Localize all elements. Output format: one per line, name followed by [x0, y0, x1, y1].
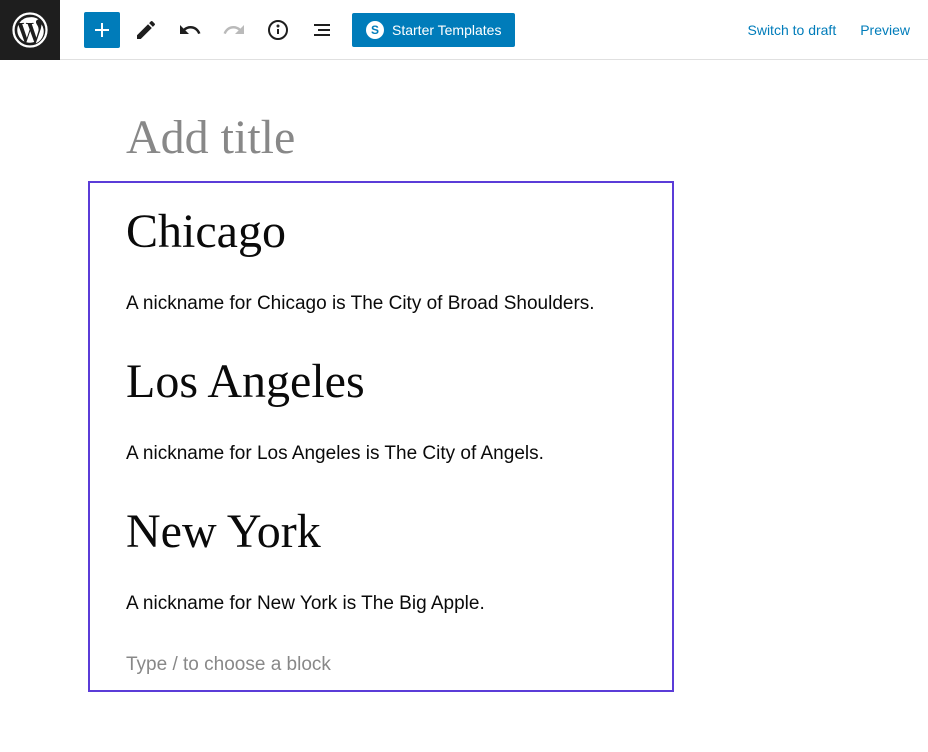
content-block-selected[interactable]: Chicago A nickname for Chicago is The Ci…	[88, 181, 674, 692]
wordpress-icon	[12, 12, 48, 48]
paragraph-block[interactable]: A nickname for Los Angeles is The City o…	[126, 441, 636, 468]
wordpress-logo[interactable]	[0, 0, 60, 60]
redo-icon	[222, 18, 246, 42]
undo-button[interactable]	[172, 12, 208, 48]
heading-block[interactable]: Los Angeles	[126, 353, 636, 411]
undo-icon	[178, 18, 202, 42]
switch-to-draft-button[interactable]: Switch to draft	[748, 22, 837, 38]
pencil-icon	[134, 18, 158, 42]
info-icon	[266, 18, 290, 42]
edit-tool-button[interactable]	[128, 12, 164, 48]
editor-toolbar: S Starter Templates Switch to draft Prev…	[0, 0, 928, 60]
toolbar-right: Switch to draft Preview	[748, 22, 928, 38]
add-block-button[interactable]	[84, 12, 120, 48]
starter-templates-label: Starter Templates	[392, 22, 501, 38]
plus-icon	[90, 18, 114, 42]
preview-button[interactable]: Preview	[860, 22, 910, 38]
starter-templates-button[interactable]: S Starter Templates	[352, 13, 515, 47]
list-view-icon	[310, 18, 334, 42]
paragraph-block[interactable]: A nickname for New York is The Big Apple…	[126, 591, 636, 618]
redo-button[interactable]	[216, 12, 252, 48]
paragraph-block[interactable]: A nickname for Chicago is The City of Br…	[126, 291, 636, 318]
block-placeholder[interactable]: Type / to choose a block	[126, 654, 636, 676]
title-area[interactable]: Add title	[0, 110, 928, 181]
outline-button[interactable]	[304, 12, 340, 48]
heading-block[interactable]: New York	[126, 503, 636, 561]
heading-block[interactable]: Chicago	[126, 203, 636, 261]
s-badge-icon: S	[366, 21, 384, 39]
info-button[interactable]	[260, 12, 296, 48]
title-placeholder: Add title	[126, 110, 928, 165]
toolbar-left: S Starter Templates	[60, 12, 515, 48]
editor-canvas: Add title Chicago A nickname for Chicago…	[0, 60, 928, 692]
